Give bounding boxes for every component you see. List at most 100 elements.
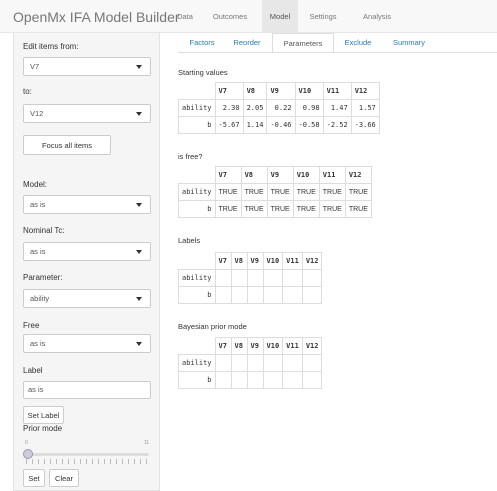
table-cell[interactable]: TRUE bbox=[240, 183, 268, 201]
chevron-down-icon bbox=[136, 297, 142, 301]
table-cell[interactable] bbox=[230, 286, 248, 304]
table-cell[interactable]: -5.67 bbox=[214, 116, 244, 134]
column-header: V8 bbox=[230, 337, 248, 355]
row-name: b bbox=[178, 200, 216, 218]
column-header: V9 bbox=[246, 337, 264, 355]
table-cell[interactable]: TRUE bbox=[292, 183, 320, 201]
row-name: ability bbox=[178, 183, 216, 201]
free-select[interactable]: as is bbox=[23, 334, 151, 353]
parameter-label: Parameter: bbox=[23, 273, 63, 282]
table-cell[interactable] bbox=[214, 269, 232, 287]
tab-data[interactable]: Data bbox=[170, 0, 200, 33]
edit-from-value: V7 bbox=[30, 62, 40, 71]
table-cell[interactable] bbox=[301, 286, 323, 304]
starting-values-table: V7 V8 V9 V10 V11 V12 ability 2.30 2.05 0… bbox=[178, 82, 380, 134]
table-cell[interactable]: TRUE bbox=[214, 200, 242, 218]
row-name: ability bbox=[178, 354, 216, 372]
table-corner bbox=[179, 253, 216, 270]
row-name: b bbox=[178, 286, 216, 304]
table-cell[interactable] bbox=[301, 354, 323, 372]
table-cell[interactable] bbox=[262, 354, 284, 372]
table-cell[interactable] bbox=[214, 354, 232, 372]
tab-outcomes[interactable]: Outcomes bbox=[205, 0, 255, 33]
to-label: to: bbox=[23, 87, 32, 96]
table-cell[interactable] bbox=[230, 371, 248, 389]
nominal-tc-select[interactable]: as is bbox=[23, 242, 151, 261]
table-cell[interactable]: 1.14 bbox=[242, 116, 268, 134]
table-cell[interactable]: TRUE bbox=[240, 200, 268, 218]
table-cell[interactable]: TRUE bbox=[318, 200, 346, 218]
table-cell[interactable]: TRUE bbox=[344, 200, 372, 218]
column-header: V7 bbox=[214, 337, 232, 355]
table-cell[interactable]: -3.66 bbox=[350, 116, 380, 134]
prior-mode-title: Bayesian prior mode bbox=[178, 322, 247, 331]
prior-mode-slider[interactable] bbox=[26, 453, 149, 456]
table-cell[interactable]: 0.98 bbox=[294, 99, 324, 117]
parameter-value: ability bbox=[30, 294, 50, 303]
table-cell[interactable]: 2.30 bbox=[214, 99, 244, 117]
edit-from-select[interactable]: V7 bbox=[23, 57, 151, 76]
set-label-button[interactable]: Set Label bbox=[23, 406, 64, 424]
table-cell[interactable] bbox=[282, 269, 303, 287]
clear-button[interactable]: Clear bbox=[49, 469, 79, 487]
column-header: V8 bbox=[230, 252, 248, 270]
column-header: V10 bbox=[262, 252, 284, 270]
table-cell[interactable] bbox=[262, 371, 284, 389]
table-cell[interactable]: TRUE bbox=[292, 200, 320, 218]
table-cell[interactable]: -2.52 bbox=[322, 116, 352, 134]
subtab-summary[interactable]: Summary bbox=[384, 33, 434, 53]
table-cell[interactable] bbox=[246, 269, 264, 287]
table-cell[interactable] bbox=[246, 371, 264, 389]
to-select[interactable]: V12 bbox=[23, 104, 151, 123]
subtab-factors[interactable]: Factors bbox=[182, 33, 222, 53]
table-corner bbox=[179, 338, 216, 355]
table-cell[interactable] bbox=[262, 286, 284, 304]
subtab-parameters[interactable]: Parameters bbox=[272, 33, 334, 53]
row-name: ability bbox=[178, 269, 216, 287]
table-cell[interactable] bbox=[214, 286, 232, 304]
column-header: V7 bbox=[214, 166, 242, 184]
free-label: Free bbox=[23, 321, 40, 330]
slider-min-label: 0 bbox=[25, 440, 28, 446]
table-cell[interactable] bbox=[301, 269, 323, 287]
table-cell[interactable]: TRUE bbox=[266, 200, 294, 218]
table-row: ability bbox=[178, 354, 323, 372]
table-cell[interactable]: TRUE bbox=[318, 183, 346, 201]
tab-model[interactable]: Model bbox=[262, 0, 298, 33]
table-cell[interactable]: 1.47 bbox=[322, 99, 352, 117]
row-name: ability bbox=[178, 99, 216, 117]
table-cell[interactable] bbox=[246, 286, 264, 304]
tab-analysis[interactable]: Analysis bbox=[354, 0, 400, 33]
set-button[interactable]: Set bbox=[23, 469, 45, 487]
tab-settings[interactable]: Settings bbox=[302, 0, 344, 33]
column-header: V12 bbox=[301, 337, 323, 355]
table-cell[interactable] bbox=[301, 371, 323, 389]
table-row: ability bbox=[178, 269, 323, 287]
table-cell[interactable]: -0.46 bbox=[266, 116, 296, 134]
label-input[interactable]: as is bbox=[23, 381, 151, 399]
table-cell[interactable] bbox=[282, 354, 303, 372]
table-cell[interactable]: TRUE bbox=[344, 183, 372, 201]
table-cell[interactable] bbox=[230, 354, 248, 372]
table-cell[interactable] bbox=[246, 354, 264, 372]
model-select[interactable]: as is bbox=[23, 195, 151, 214]
table-cell[interactable] bbox=[262, 269, 284, 287]
table-cell[interactable] bbox=[230, 269, 248, 287]
table-cell[interactable] bbox=[214, 371, 232, 389]
table-cell[interactable]: -0.58 bbox=[294, 116, 324, 134]
table-cell[interactable] bbox=[282, 286, 303, 304]
table-cell[interactable]: 2.05 bbox=[242, 99, 268, 117]
table-cell[interactable]: 0.22 bbox=[266, 99, 296, 117]
table-row: ability 2.30 2.05 0.22 0.98 1.47 1.57 bbox=[178, 99, 380, 117]
table-cell[interactable]: 1.57 bbox=[350, 99, 380, 117]
subtab-exclude[interactable]: Exclude bbox=[337, 33, 379, 53]
prior-mode-slider-handle[interactable] bbox=[23, 449, 33, 459]
subtab-reorder[interactable]: Reorder bbox=[226, 33, 268, 53]
focus-all-items-button[interactable]: Focus all items bbox=[23, 135, 111, 155]
column-header: V11 bbox=[282, 252, 303, 270]
table-cell[interactable]: TRUE bbox=[214, 183, 242, 201]
table-cell[interactable] bbox=[282, 371, 303, 389]
parameter-select[interactable]: ability bbox=[23, 289, 151, 308]
table-cell[interactable]: TRUE bbox=[266, 183, 294, 201]
column-header: V8 bbox=[240, 166, 268, 184]
